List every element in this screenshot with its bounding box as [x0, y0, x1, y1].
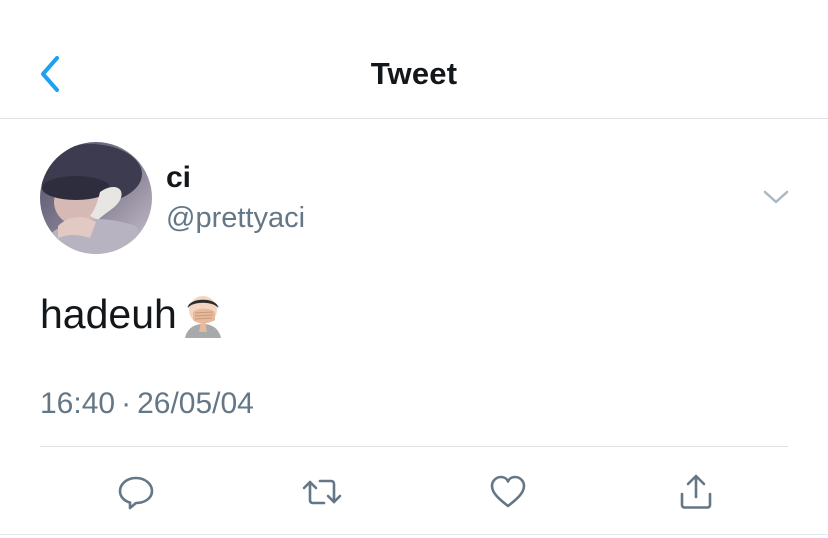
reply-icon [118, 476, 154, 510]
retweet-icon [302, 479, 342, 505]
chevron-down-icon [763, 190, 789, 204]
avatar[interactable] [40, 142, 152, 254]
author-handle[interactable]: @prettyaci [166, 200, 305, 236]
retweet-button[interactable] [300, 470, 344, 514]
top-nav-bar: Tweet [0, 0, 828, 118]
avatar-photo [40, 142, 152, 254]
like-button[interactable] [486, 470, 530, 514]
page-title: Tweet [370, 56, 458, 91]
author-name[interactable]: ci [166, 160, 191, 196]
share-icon [680, 474, 712, 509]
timestamp-separator: · [121, 387, 132, 420]
more-options-button[interactable] [756, 180, 796, 214]
face-palm-emoji [184, 296, 221, 338]
tweet-date: 26/05/04 [137, 387, 254, 420]
reply-button[interactable] [114, 470, 158, 514]
tweet-time: 16:40 [40, 387, 116, 420]
tweet-timestamp: 16:40 · 26/05/04 [40, 386, 254, 422]
header-divider [0, 118, 828, 119]
bottom-divider [0, 534, 828, 535]
content-divider [40, 446, 788, 447]
heart-icon [490, 475, 526, 508]
tweet-text-content: hadeuh [40, 291, 177, 337]
tweet-text: hadeuh [40, 290, 227, 338]
share-button[interactable] [674, 470, 718, 514]
